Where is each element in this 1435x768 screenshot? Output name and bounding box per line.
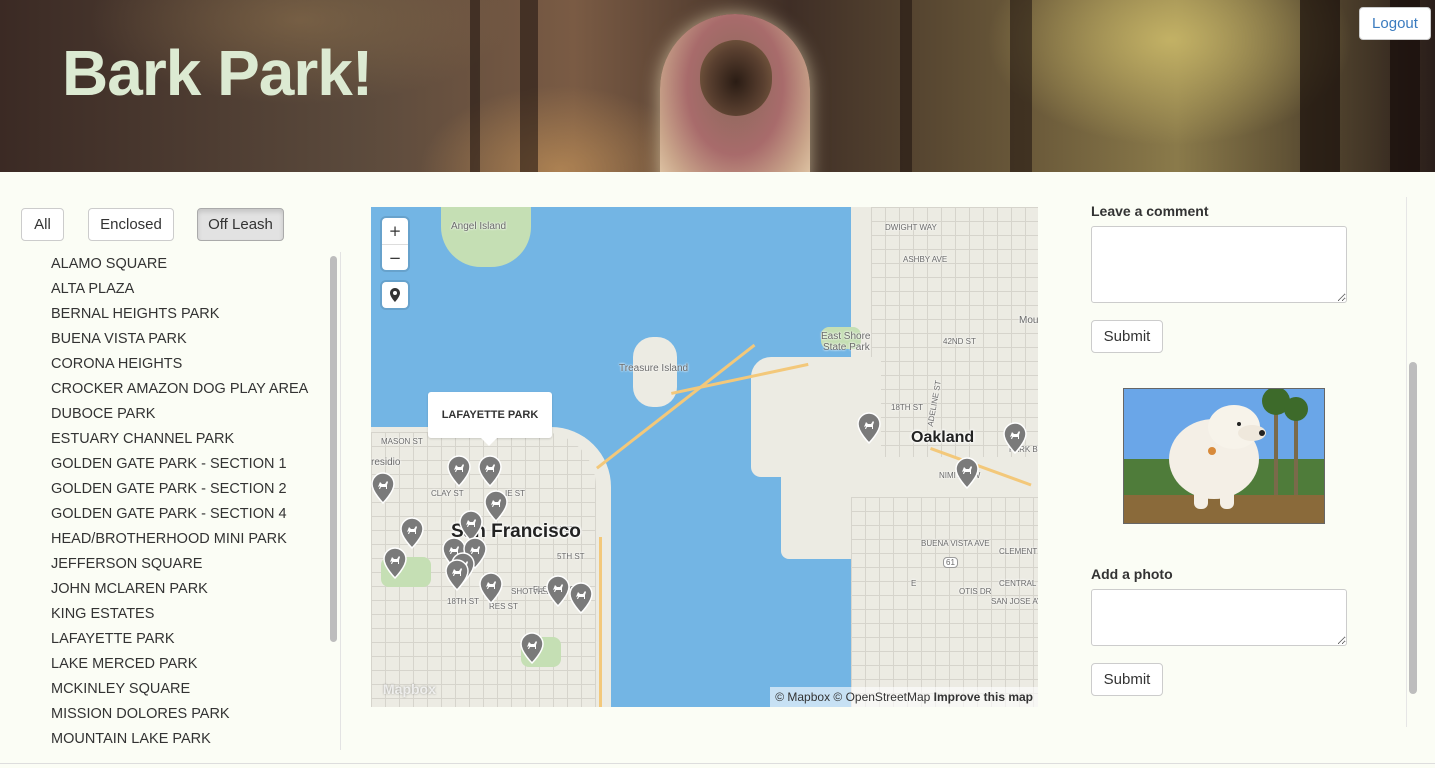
map-label: 18TH ST [447, 597, 480, 606]
map-label: E [911, 579, 917, 588]
map-label: 5TH ST [557, 552, 585, 561]
right-panel-scrollbar-thumb[interactable] [1409, 362, 1417, 694]
right-panel-scrollbar[interactable] [1406, 197, 1407, 727]
map-label: Mou [1019, 315, 1038, 326]
park-list-item[interactable]: CORONA HEIGHTS [51, 352, 340, 377]
map-label: ASHBY AVE [903, 255, 948, 264]
comment-label: Leave a comment [1091, 203, 1209, 219]
photo-submit-button[interactable]: Submit [1091, 663, 1163, 696]
dog-marker-icon[interactable] [857, 412, 881, 445]
map-label: SAN JOSE AVE [991, 597, 1038, 606]
tree-trunk [1010, 0, 1032, 172]
filter-all-button[interactable]: All [21, 208, 64, 241]
city-label-oakland: Oakland [911, 429, 975, 446]
park-list-items: ALAMO SQUARE ALTA PLAZA BERNAL HEIGHTS PAR… [20, 252, 340, 750]
tree-trunk [1300, 0, 1340, 172]
dog-photo-image [1124, 389, 1324, 523]
dog-marker-icon[interactable] [447, 455, 471, 488]
improve-map-link[interactable]: Improve this map [934, 690, 1033, 704]
filter-off-leash-button[interactable]: Off Leash [197, 208, 284, 241]
map-label: residio [371, 457, 401, 468]
park-list-item[interactable]: MISSION DOLORES PARK [51, 702, 340, 727]
oakland-streets [871, 207, 1038, 457]
tree-trunk [470, 0, 480, 172]
park-list: ALAMO SQUARE ALTA PLAZA BERNAL HEIGHTS PAR… [20, 252, 341, 750]
sf-freeway [599, 537, 602, 707]
park-list-item[interactable]: BUENA VISTA PARK [51, 327, 340, 352]
dog-marker-icon[interactable] [569, 582, 593, 615]
map[interactable]: Angel Island Treasure Island East Shore … [371, 207, 1038, 707]
park-list-item[interactable]: GOLDEN GATE PARK - SECTION 1 [51, 452, 340, 477]
map-popup[interactable]: LAFAYETTE PARK [428, 392, 552, 438]
map-label: BUENA VISTA AVE [921, 539, 990, 548]
dog-marker-icon[interactable] [445, 559, 469, 592]
map-label: 42ND ST [943, 337, 976, 346]
dog-marker-icon[interactable] [478, 455, 502, 488]
map-label: DWIGHT WAY [885, 223, 937, 232]
park-list-item[interactable]: MCKINLEY SQUARE [51, 677, 340, 702]
dog-marker-icon[interactable] [484, 490, 508, 523]
angel-island-land [441, 207, 531, 267]
map-label: IE ST [505, 489, 526, 498]
dog-marker-icon[interactable] [520, 632, 544, 665]
park-photo [1123, 388, 1325, 524]
map-label: Treasure Island [619, 363, 689, 374]
dog-marker-icon[interactable] [383, 547, 407, 580]
tree-trunk [520, 0, 538, 172]
park-list-item[interactable]: HEAD/BROTHERHOOD MINI PARK [51, 527, 340, 552]
park-list-item[interactable]: DUBOCE PARK [51, 402, 340, 427]
dog-marker-icon[interactable] [400, 517, 424, 550]
park-list-item[interactable]: ALAMO SQUARE [51, 252, 340, 277]
comment-submit-button[interactable]: Submit [1091, 320, 1163, 353]
dog-marker-icon[interactable] [955, 457, 979, 490]
park-list-item[interactable]: KING ESTATES [51, 602, 340, 627]
dog-marker-icon[interactable] [546, 575, 570, 608]
park-list-item[interactable]: BERNAL HEIGHTS PARK [51, 302, 340, 327]
dog-marker-icon[interactable] [1003, 422, 1027, 455]
map-attribution: © Mapbox © OpenStreetMap Improve this ma… [770, 687, 1038, 707]
map-label: OTIS DR [959, 587, 992, 596]
park-list-item[interactable]: GOLDEN GATE PARK - SECTION 2 [51, 477, 340, 502]
dog-marker-icon[interactable] [371, 472, 395, 505]
geolocate-control [382, 282, 408, 308]
park-list-item[interactable]: ESTUARY CHANNEL PARK [51, 427, 340, 452]
map-label: East Shore [821, 331, 871, 342]
map-label: MASON ST [381, 437, 423, 446]
photo-label: Add a photo [1091, 566, 1173, 582]
map-label: CLAY ST [431, 489, 464, 498]
park-list-item[interactable]: ALTA PLAZA [51, 277, 340, 302]
park-list-item[interactable]: MOUNTAIN LAKE PARK [51, 727, 340, 750]
zoom-in-button[interactable]: + [382, 218, 408, 244]
park-list-item[interactable]: LAKE MERCED PARK [51, 652, 340, 677]
park-list-scrollbar-thumb[interactable] [330, 256, 337, 642]
park-list-item[interactable]: GOLDEN GATE PARK - SECTION 4 [51, 502, 340, 527]
map-label: 18TH ST [891, 403, 924, 412]
site-title: Bark Park! [62, 37, 373, 109]
attribution-text: © Mapbox © OpenStreetMap [775, 690, 931, 704]
park-list-item[interactable]: JOHN MCLAREN PARK [51, 577, 340, 602]
map-popup-tip [481, 438, 497, 446]
map-label: Angel Island [451, 221, 507, 232]
zoom-out-button[interactable]: − [382, 244, 408, 270]
tree-trunk [900, 0, 912, 172]
location-pin-icon [390, 288, 400, 302]
comment-input[interactable] [1091, 226, 1347, 303]
map-label: State Park [823, 342, 870, 353]
dog-marker-icon[interactable] [479, 572, 503, 605]
photo-input[interactable] [1091, 589, 1347, 646]
logout-button[interactable]: Logout [1359, 7, 1431, 40]
map-label: CENTRAL A [999, 579, 1038, 588]
geolocate-button[interactable] [382, 282, 408, 308]
park-list-item[interactable]: LAFAYETTE PARK [51, 627, 340, 652]
mapbox-logo: Mapbox [383, 681, 436, 697]
map-label: CLEMENT [999, 547, 1038, 556]
park-list-item[interactable]: JEFFERSON SQUARE [51, 552, 340, 577]
zoom-control: + − [382, 218, 408, 270]
park-list-item[interactable]: CROCKER AMAZON DOG PLAY AREA [51, 377, 340, 402]
highway-shield: 61 [943, 557, 958, 568]
filter-enclosed-button[interactable]: Enclosed [88, 208, 174, 241]
page-divider [0, 763, 1435, 764]
pug-face [700, 40, 772, 116]
